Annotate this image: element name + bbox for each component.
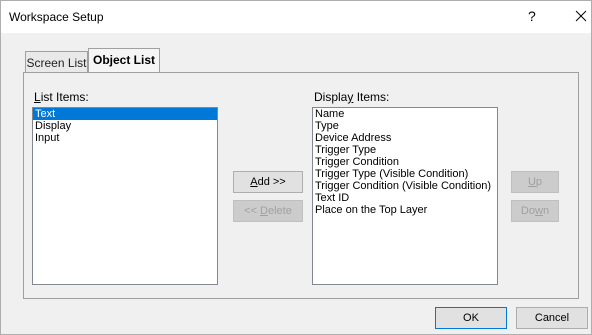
- list-item[interactable]: Trigger Condition (Visible Condition): [313, 180, 497, 192]
- list-item[interactable]: Place on the Top Layer: [313, 204, 497, 216]
- up-button[interactable]: Up: [511, 171, 559, 193]
- window-title: Workspace Setup: [9, 10, 104, 24]
- add-button[interactable]: Add >>: [233, 171, 303, 193]
- list-item[interactable]: Text: [33, 108, 217, 120]
- list-items-listbox[interactable]: Text Display Input: [32, 107, 218, 285]
- workspace-setup-dialog: Workspace Setup ? Screen List Object Lis…: [0, 0, 592, 335]
- list-item[interactable]: Text ID: [313, 192, 497, 204]
- object-list-panel: List Items: Text Display Input Add >> <<…: [23, 72, 579, 299]
- help-button[interactable]: ?: [528, 8, 536, 24]
- list-items-label: List Items:: [34, 90, 89, 104]
- display-items-listbox[interactable]: Name Type Device Address Trigger Type Tr…: [312, 107, 498, 285]
- ok-button[interactable]: OK: [435, 307, 507, 329]
- display-items-label: Display Items:: [314, 90, 390, 104]
- list-item[interactable]: Display: [33, 120, 217, 132]
- cancel-button[interactable]: Cancel: [516, 307, 588, 329]
- list-item[interactable]: Type: [313, 120, 497, 132]
- tab-screen-list[interactable]: Screen List: [25, 51, 88, 73]
- close-button[interactable]: [571, 4, 591, 28]
- down-button[interactable]: Down: [511, 200, 559, 222]
- list-item[interactable]: Trigger Type: [313, 144, 497, 156]
- tab-object-list[interactable]: Object List: [88, 48, 160, 73]
- close-icon: [575, 10, 587, 22]
- list-item[interactable]: Trigger Type (Visible Condition): [313, 168, 497, 180]
- title-bar: Workspace Setup ?: [1, 1, 591, 33]
- delete-button[interactable]: << Delete: [233, 200, 303, 222]
- list-item[interactable]: Name: [313, 108, 497, 120]
- list-item[interactable]: Trigger Condition: [313, 156, 497, 168]
- list-item[interactable]: Input: [33, 132, 217, 144]
- list-item[interactable]: Device Address: [313, 132, 497, 144]
